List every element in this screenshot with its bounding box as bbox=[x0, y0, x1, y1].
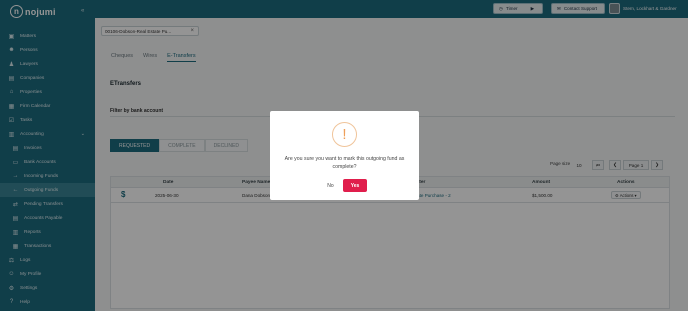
warning-icon: ! bbox=[332, 122, 357, 147]
yes-button[interactable]: Yes bbox=[343, 179, 367, 192]
confirm-message: Are you sure you want to mark this outgo… bbox=[284, 156, 405, 170]
no-button[interactable]: No bbox=[322, 179, 339, 192]
confirm-dialog: ! Are you sure you want to mark this out… bbox=[270, 111, 419, 200]
